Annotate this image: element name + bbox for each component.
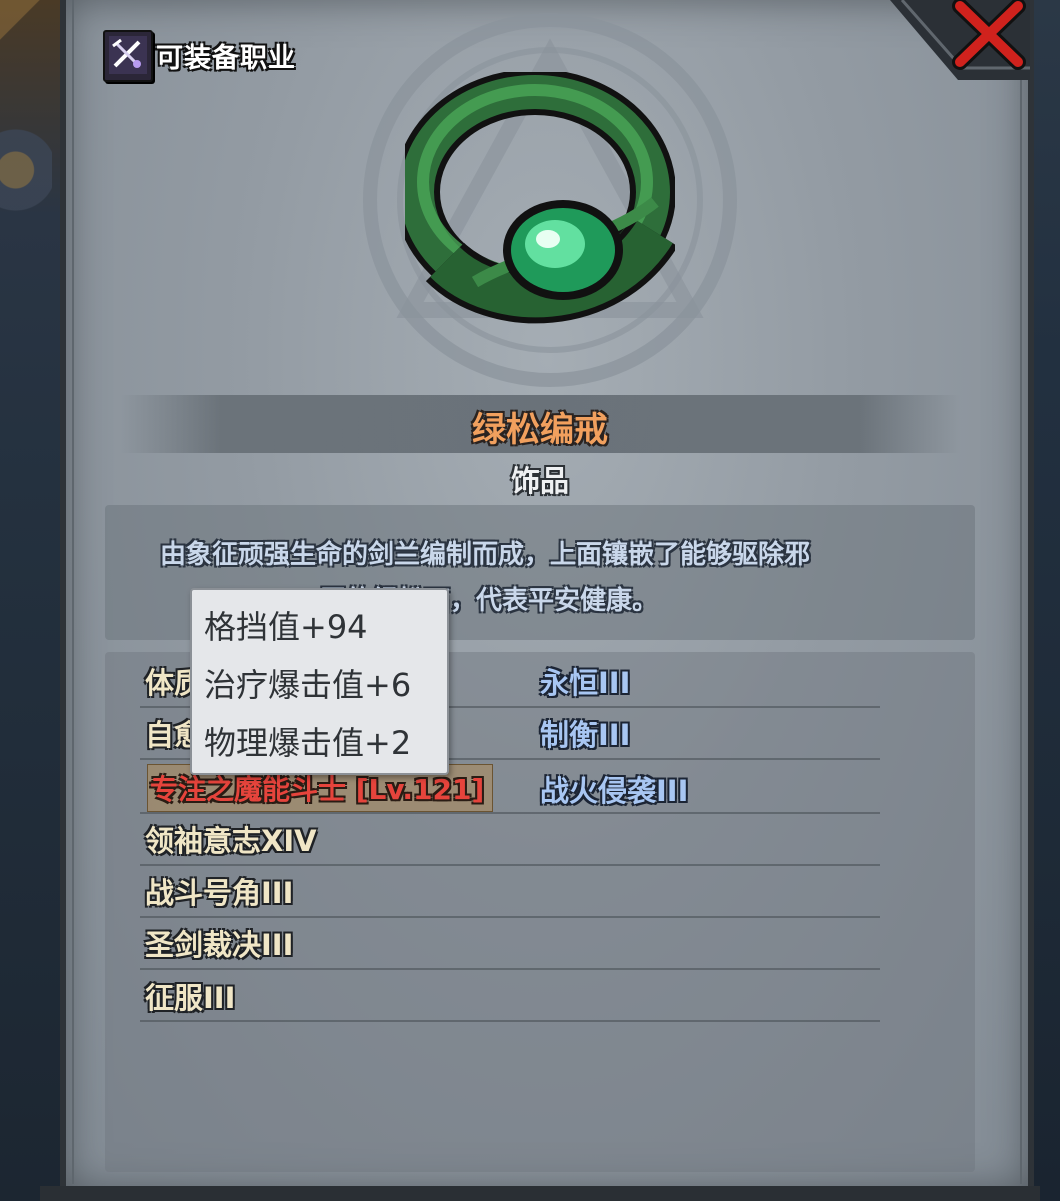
green-ring-icon: [405, 72, 675, 324]
divider: [140, 968, 880, 970]
stats-tooltip: 格挡值+94 治疗爆击值+6 物理爆击值+2: [190, 588, 449, 775]
skill-item[interactable]: 圣剑裁决III: [145, 922, 293, 964]
panel-bottom-edge: [40, 1186, 1040, 1201]
tooltip-stat-line: 物理爆击值+2: [204, 724, 412, 762]
item-name: 绿松编戒: [472, 410, 608, 450]
tooltip-stat-line: 格挡值+94: [204, 608, 368, 646]
description-line: 由象征顽强生命的剑兰编制而成，上面镶嵌了能够驱除邪: [160, 540, 811, 570]
skill-item[interactable]: 征服III: [145, 975, 235, 1017]
item-detail-screen: 可装备职业 绿松编戒 饰品 由象征顽强生命的剑兰编制而成，上面镶嵌了能够驱除邪: [0, 0, 1060, 1201]
skill-item[interactable]: 战斗号角III: [145, 870, 293, 912]
divider: [140, 916, 880, 918]
divider: [140, 812, 880, 814]
background-ornament: [0, 0, 60, 70]
close-x-icon[interactable]: [948, 0, 1030, 70]
tooltip-stat-line: 治疗爆击值+6: [204, 666, 412, 704]
background-emblem: [0, 110, 52, 230]
skill-item[interactable]: 制衡III: [540, 712, 630, 754]
divider: [140, 864, 880, 866]
skill-item[interactable]: 永恒III: [540, 660, 630, 702]
skill-item[interactable]: 领袖意志XIV: [145, 818, 317, 860]
class-badge-icon[interactable]: [103, 30, 153, 82]
equipable-class-label[interactable]: 可装备职业: [156, 36, 296, 76]
skill-item[interactable]: 战火侵袭III: [540, 768, 688, 810]
divider: [140, 1020, 880, 1022]
item-type: 饰品: [510, 464, 569, 498]
